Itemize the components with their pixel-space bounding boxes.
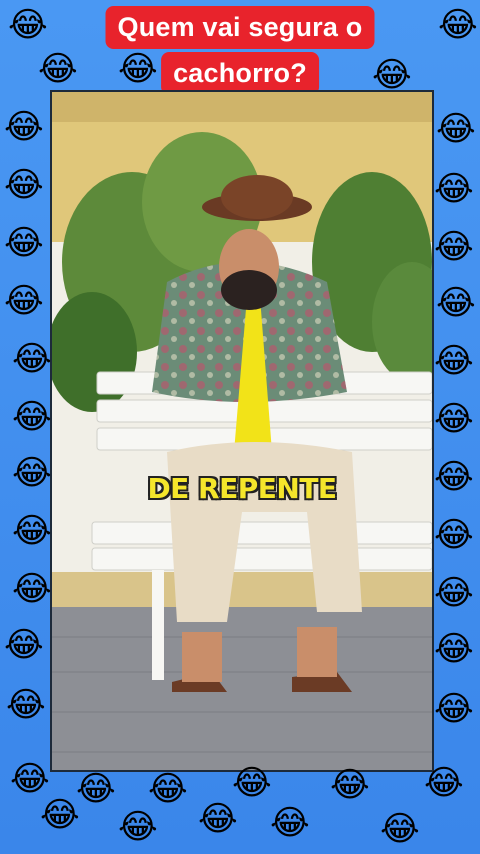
laughing-face-emoji: 😂 [4,165,44,205]
laughing-face-emoji: 😂 [12,569,52,609]
laughing-face-emoji: 😂 [434,457,474,497]
laughing-face-emoji: 😂 [434,341,474,381]
laughing-face-emoji: 😂 [372,55,412,95]
laughing-face-emoji: 😂 [434,629,474,669]
laughing-face-emoji: 😂 [434,399,474,439]
laughing-face-emoji: 😂 [148,769,188,809]
laughing-face-emoji: 😂 [118,49,158,89]
laughing-face-emoji: 😂 [436,109,476,149]
laughing-face-emoji: 😂 [8,5,48,45]
laughing-face-emoji: 😂 [118,807,158,847]
laughing-face-emoji: 😂 [4,281,44,321]
title-line-2: cachorro? [161,52,319,95]
laughing-face-emoji: 😂 [434,515,474,555]
laughing-face-emoji: 😂 [76,769,116,809]
laughing-face-emoji: 😂 [10,759,50,799]
laughing-face-emoji: 😂 [12,453,52,493]
screen: { "title": { "line1": "Quem vai segura o… [0,0,480,854]
title-line-1: Quem vai segura o [105,6,375,49]
laughing-face-emoji: 😂 [436,283,476,323]
laughing-face-emoji: 😂 [380,809,420,849]
laughing-face-emoji: 😂 [434,689,474,729]
laughing-face-emoji: 😂 [4,107,44,147]
laughing-face-emoji: 😂 [40,795,80,835]
laughing-face-emoji: 😂 [232,763,272,803]
laughing-face-emoji: 😂 [4,625,44,665]
laughing-face-emoji: 😂 [38,49,78,89]
laughing-face-emoji: 😂 [438,5,478,45]
laughing-face-emoji: 😂 [270,803,310,843]
laughing-face-emoji: 😂 [434,573,474,613]
video-caption: DE REPENTE [147,472,337,505]
laughing-face-emoji: 😂 [12,339,52,379]
laughing-face-emoji: 😂 [12,511,52,551]
laughing-face-emoji: 😂 [424,763,464,803]
laughing-face-emoji: 😂 [12,397,52,437]
laughing-face-emoji: 😂 [434,227,474,267]
laughing-face-emoji: 😂 [330,765,370,805]
video-frame[interactable]: DE REPENTE [50,90,434,772]
laughing-face-emoji: 😂 [6,685,46,725]
laughing-face-emoji: 😂 [4,223,44,263]
laughing-face-emoji: 😂 [434,169,474,209]
video-scene-image [52,92,432,770]
laughing-face-emoji: 😂 [198,799,238,839]
